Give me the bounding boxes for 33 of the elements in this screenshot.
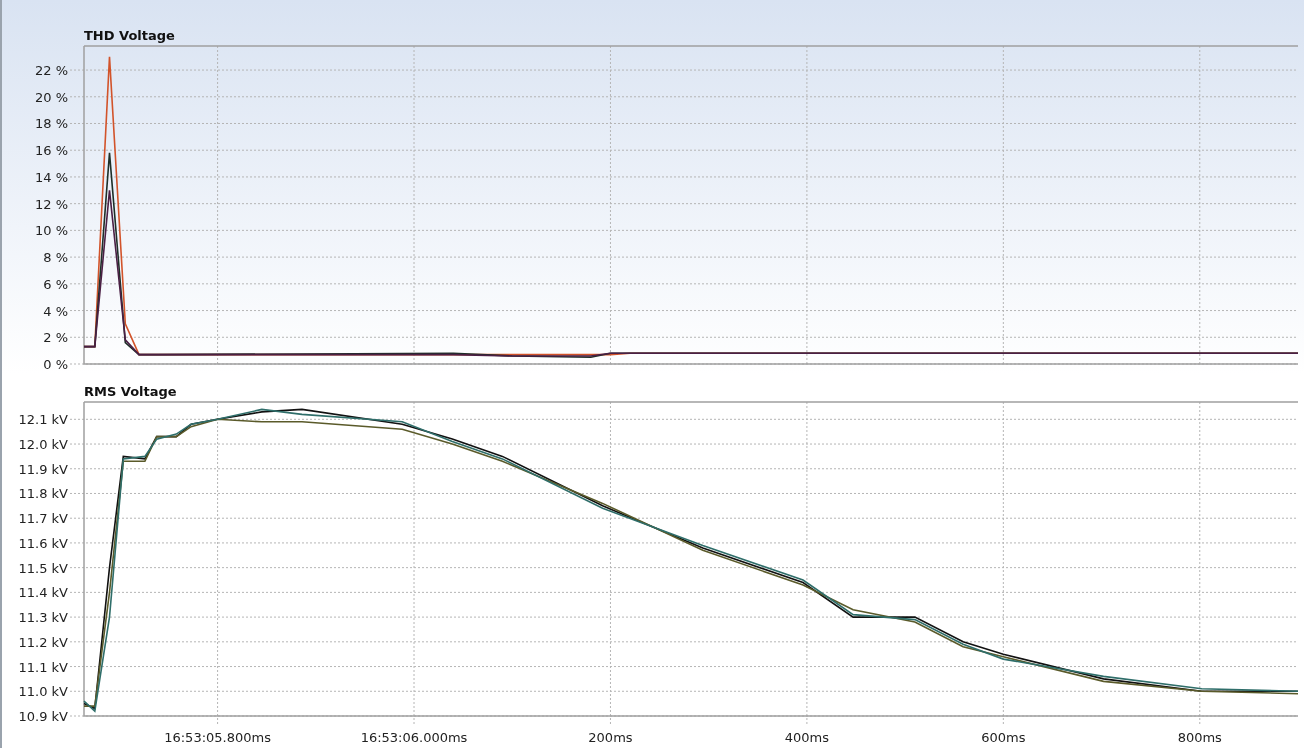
axis-tick-label: 16:53:05.800ms [164,730,271,745]
axis-tick-label: 6 % [43,276,68,292]
axis-tick-label: 11.2 kV [18,634,68,650]
axis-tick-label: 11.1 kV [18,659,68,675]
axis-tick-label: 12.1 kV [18,412,68,428]
axis-tick-label: 11.9 kV [18,461,68,477]
axis-tick-label: 400ms [784,730,829,745]
axis-tick-label: 22 % [34,63,68,79]
axis-tick-label: 11.0 kV [18,684,68,700]
axis-tick-label: 11.8 kV [18,486,68,502]
axis-tick-label: 800ms [1177,730,1222,745]
axis-tick-label: 16:53:06.000ms [360,730,468,745]
axis-tick-label: 12.0 kV [18,437,68,453]
axis-tick-label: 0 % [43,357,68,372]
axis-tick-label: 18 % [34,116,68,132]
axis-tick-label: 200ms [588,730,633,745]
axis-tick-label: 2 % [43,330,68,346]
axis-tick-label: 8 % [43,250,68,266]
chart-title: THD Voltage [84,29,175,42]
axis-tick-label: 11.7 kV [18,511,68,527]
axis-tick-label: 12 % [34,196,68,212]
axis-tick-label: 14 % [34,169,68,185]
axis-tick-label: 10.9 kV [18,709,68,724]
axis-tick-label: 11.4 kV [18,585,68,601]
axis-tick-label: 600ms [981,730,1026,745]
axis-tick-label: 10 % [34,223,68,239]
axis-tick-label: 11.3 kV [18,610,68,626]
axis-tick-label: 16 % [34,143,68,159]
axis-tick-label: 4 % [43,303,68,319]
axis-tick-label: 11.5 kV [18,560,68,576]
axis-tick-label: 20 % [34,89,68,105]
axis-tick-label: 11.6 kV [18,535,68,551]
chart-title: RMS Voltage [84,385,177,398]
